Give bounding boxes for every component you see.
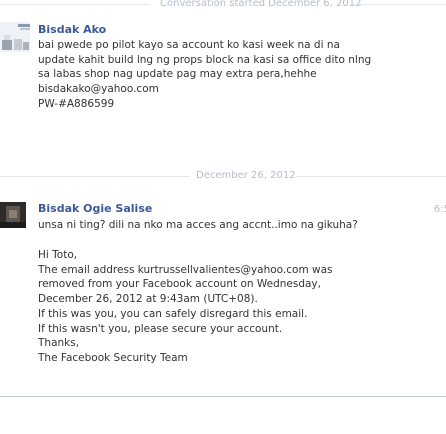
sender-name[interactable]: Bisdak Ako bbox=[38, 23, 106, 37]
message-text: bai pwede po pilot kayo sa account ko ka… bbox=[38, 38, 438, 112]
avatar[interactable] bbox=[0, 22, 30, 52]
message-text: unsa ni ting? dili na nko ma acces ang a… bbox=[38, 218, 438, 233]
message-line: sa labas shop nag update pag may extra p… bbox=[38, 68, 317, 81]
message-line: unsa ni ting? dili na nko ma acces ang a… bbox=[38, 219, 358, 231]
message-line: December 26, 2012 at 9:43am (UTC+08). bbox=[38, 293, 258, 306]
message-time: 6:5 bbox=[433, 204, 446, 215]
sender-name[interactable]: Bisdak Ogie Salise bbox=[38, 202, 152, 216]
message-line: Hi Toto, bbox=[38, 249, 78, 261]
message-line: update kahit build lng ng props block na… bbox=[38, 53, 372, 66]
avatar-photo-icon bbox=[0, 22, 30, 52]
reply-composer[interactable] bbox=[0, 396, 446, 434]
message-line: Thanks, bbox=[38, 337, 80, 350]
message-line: If this wasn't you, please secure your a… bbox=[38, 322, 283, 335]
message-line: The email address kurtrussellvalientes@y… bbox=[38, 263, 333, 276]
date-divider-label: December 26, 2012 bbox=[196, 170, 296, 181]
message-line: bai pwede po pilot kayo sa account ko ka… bbox=[38, 39, 340, 51]
message-line: If this was you, you can safely disregar… bbox=[38, 307, 308, 320]
date-divider: December 26, 2012 bbox=[0, 170, 446, 182]
message-line: bisdakako@yahoo.com bbox=[38, 83, 159, 96]
conversation-start-divider: Conversation started December 6, 2012 bbox=[0, 0, 446, 10]
message-bisdak-ako: Bisdak Ako bai pwede po pilot kayo sa ac… bbox=[0, 22, 446, 112]
avatar[interactable] bbox=[0, 202, 26, 228]
message-quoted-email: Hi Toto, The email address kurtrussellva… bbox=[38, 248, 438, 366]
message-bisdak-ogie-salise: Bisdak Ogie Salise 6:5 unsa ni ting? dil… bbox=[0, 198, 446, 378]
message-line: The Facebook Security Team bbox=[38, 351, 188, 364]
message-line: PW-#A886599 bbox=[38, 97, 115, 110]
conversation-start-label: Conversation started December 6, 2012 bbox=[160, 0, 362, 9]
avatar-photo-icon bbox=[0, 202, 26, 228]
message-line: removed from your Facebook account on We… bbox=[38, 278, 321, 291]
